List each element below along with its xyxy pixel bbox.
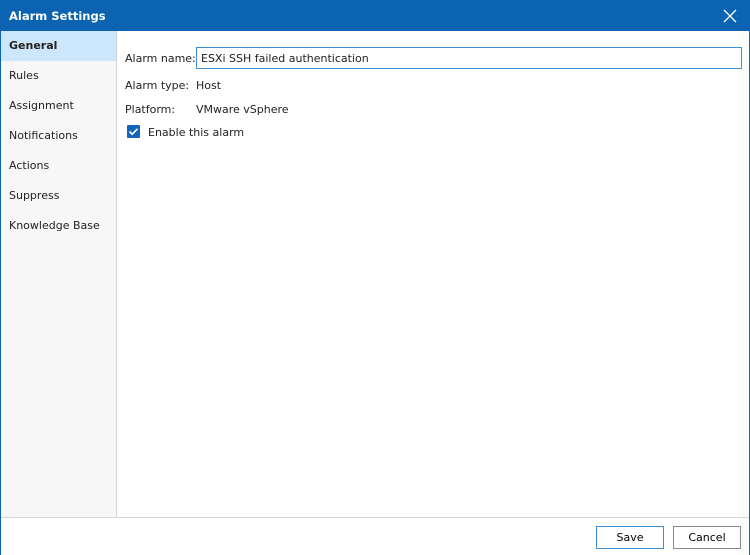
save-button[interactable]: Save bbox=[596, 526, 664, 549]
sidebar-item-rules[interactable]: Rules bbox=[1, 61, 116, 91]
alarm-name-label: Alarm name: bbox=[125, 52, 196, 65]
sidebar: General Rules Assignment Notifications A… bbox=[1, 31, 117, 517]
cancel-button[interactable]: Cancel bbox=[673, 526, 741, 549]
sidebar-item-assignment[interactable]: Assignment bbox=[1, 91, 116, 121]
platform-label: Platform: bbox=[125, 103, 176, 116]
dialog-title: Alarm Settings bbox=[9, 9, 106, 23]
checkmark-icon bbox=[128, 128, 139, 136]
close-icon[interactable] bbox=[721, 7, 739, 25]
title-bar: Alarm Settings bbox=[1, 1, 749, 31]
sidebar-item-notifications[interactable]: Notifications bbox=[1, 121, 116, 151]
sidebar-item-knowledge-base[interactable]: Knowledge Base bbox=[1, 211, 116, 241]
alarm-type-value: Host bbox=[196, 79, 222, 92]
dialog-footer: Save Cancel bbox=[1, 517, 749, 555]
alarm-settings-dialog: Alarm Settings General Rules Assignment … bbox=[0, 0, 750, 555]
alarm-type-label: Alarm type: bbox=[125, 79, 190, 92]
general-panel: Alarm name: Alarm type: Host Platform: V… bbox=[118, 31, 749, 517]
sidebar-item-suppress[interactable]: Suppress bbox=[1, 181, 116, 211]
enable-alarm-label[interactable]: Enable this alarm bbox=[148, 126, 244, 139]
enable-alarm-checkbox[interactable] bbox=[127, 125, 140, 138]
sidebar-item-actions[interactable]: Actions bbox=[1, 151, 116, 181]
alarm-name-input[interactable] bbox=[196, 47, 742, 69]
platform-value: VMware vSphere bbox=[196, 103, 289, 116]
sidebar-item-general[interactable]: General bbox=[1, 31, 116, 61]
